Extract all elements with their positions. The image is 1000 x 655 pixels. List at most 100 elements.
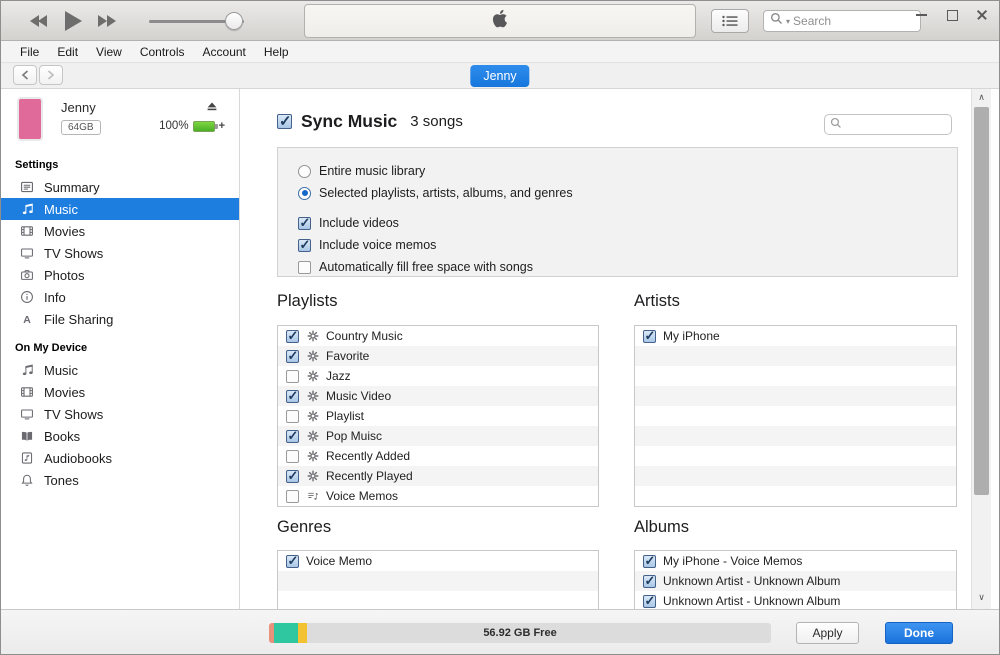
maximize-icon[interactable] <box>945 7 959 21</box>
row-checkbox[interactable] <box>286 370 299 383</box>
list-item-my-iphone[interactable]: My iPhone <box>635 326 956 346</box>
list-item-voice-memos[interactable]: Voice Memos <box>278 486 598 506</box>
checkbox-option-automatically-fill-free-space-with-songs[interactable]: Automatically fill free space with songs <box>298 256 957 278</box>
back-button[interactable] <box>13 65 37 85</box>
sidebar-item-tv-shows[interactable]: TV Shows <box>1 242 239 264</box>
row-checkbox[interactable] <box>643 575 656 588</box>
sidebar-item-movies[interactable]: Movies <box>1 381 239 403</box>
fast-forward-button[interactable] <box>97 14 117 28</box>
toolbar-search-input[interactable] <box>793 14 903 28</box>
main-content: Sync Music 3 songs Entire music library … <box>239 89 971 609</box>
sidebar-item-summary[interactable]: Summary <box>1 176 239 198</box>
apple-logo-icon <box>489 7 512 35</box>
gear-icon <box>306 390 319 403</box>
radio-icon[interactable] <box>298 165 311 178</box>
transport-controls <box>29 1 117 41</box>
albums-list: My iPhone - Voice Memos Unknown Artist -… <box>634 550 957 609</box>
sidebar-item-tones[interactable]: Tones <box>1 469 239 491</box>
device-thumbnail <box>17 97 43 141</box>
genres-list: Voice Memo <box>277 550 599 609</box>
row-checkbox[interactable] <box>286 450 299 463</box>
summary-icon <box>19 180 34 195</box>
volume-knob[interactable] <box>225 12 243 30</box>
checkbox-option-include-voice-memos[interactable]: Include voice memos <box>298 234 957 256</box>
checkbox-icon[interactable] <box>298 217 311 230</box>
content-search[interactable] <box>824 114 952 135</box>
sync-music-checkbox[interactable] <box>277 114 292 129</box>
sidebar-item-info[interactable]: Info <box>1 286 239 308</box>
checkbox-icon[interactable] <box>298 261 311 274</box>
sync-source-radios: Entire music library Selected playlists,… <box>298 160 957 204</box>
close-icon[interactable] <box>975 7 989 21</box>
row-checkbox[interactable] <box>643 330 656 343</box>
sidebar-item-file-sharing[interactable]: A File Sharing <box>1 308 239 330</box>
scrollbar-thumb[interactable] <box>974 107 989 495</box>
search-icon <box>830 116 842 134</box>
menu-item-help[interactable]: Help <box>255 41 298 63</box>
radio-icon[interactable] <box>298 187 311 200</box>
checkbox-icon[interactable] <box>298 239 311 252</box>
row-checkbox[interactable] <box>643 555 656 568</box>
forward-button[interactable] <box>39 65 63 85</box>
list-item-my-iphone-voice-memos[interactable]: My iPhone - Voice Memos <box>635 551 956 571</box>
radio-option-entire-music-library[interactable]: Entire music library <box>298 160 957 182</box>
menu-item-account[interactable]: Account <box>194 41 255 63</box>
sidebar-item-photos[interactable]: Photos <box>1 264 239 286</box>
play-button[interactable] <box>63 10 83 32</box>
apply-button[interactable]: Apply <box>796 622 859 644</box>
list-view-button[interactable] <box>711 9 749 33</box>
content-search-input[interactable] <box>846 118 942 132</box>
list-item-recently-played[interactable]: Recently Played <box>278 466 598 486</box>
checkbox-option-include-videos[interactable]: Include videos <box>298 212 957 234</box>
done-button[interactable]: Done <box>885 622 953 644</box>
sidebar-item-music[interactable]: Music <box>1 359 239 381</box>
minimize-icon[interactable] <box>915 7 929 21</box>
playlists-heading: Playlists <box>277 292 338 311</box>
sidebar-item-tv-shows[interactable]: TV Shows <box>1 403 239 425</box>
row-checkbox[interactable] <box>286 410 299 423</box>
row-checkbox[interactable] <box>286 390 299 403</box>
scroll-down-icon[interactable]: ∨ <box>972 592 991 603</box>
rewind-button[interactable] <box>29 14 49 28</box>
row-checkbox[interactable] <box>286 470 299 483</box>
row-checkbox[interactable] <box>643 595 656 608</box>
radio-option-selected-playlists-artists-albums-and-genres[interactable]: Selected playlists, artists, albums, and… <box>298 182 957 204</box>
sync-music-title: Sync Music <box>301 111 397 132</box>
device-tab-jenny[interactable]: Jenny <box>470 65 529 87</box>
list-item-jazz[interactable]: Jazz <box>278 366 598 386</box>
vertical-scrollbar[interactable]: ∧ ∨ <box>971 89 991 609</box>
sidebar-item-audiobooks[interactable]: Audiobooks <box>1 447 239 469</box>
list-item-country-music[interactable]: Country Music <box>278 326 598 346</box>
row-checkbox[interactable] <box>286 490 299 503</box>
sync-music-song-count: 3 songs <box>410 113 463 130</box>
menu-item-file[interactable]: File <box>11 41 48 63</box>
list-item-music-video[interactable]: Music Video <box>278 386 598 406</box>
menu-item-view[interactable]: View <box>87 41 131 63</box>
volume-slider[interactable] <box>149 1 249 41</box>
list-item-playlist[interactable]: Playlist <box>278 406 598 426</box>
row-checkbox[interactable] <box>286 555 299 568</box>
scroll-up-icon[interactable]: ∧ <box>972 92 991 103</box>
toolbar-search[interactable]: ▾ <box>763 10 921 32</box>
row-checkbox[interactable] <box>286 430 299 443</box>
row-checkbox[interactable] <box>286 330 299 343</box>
list-item-recently-added[interactable]: Recently Added <box>278 446 598 466</box>
tv-icon <box>19 407 34 422</box>
menu-item-controls[interactable]: Controls <box>131 41 194 63</box>
menu-item-edit[interactable]: Edit <box>48 41 87 63</box>
capacity-bar-segments <box>269 623 771 643</box>
sidebar-item-movies[interactable]: Movies <box>1 220 239 242</box>
sidebar-item-books[interactable]: Books <box>1 425 239 447</box>
list-item-pop-muisc[interactable]: Pop Muisc <box>278 426 598 446</box>
list-item-unknown-artist-unknown-album[interactable]: Unknown Artist - Unknown Album <box>635 591 956 609</box>
list-item-favorite[interactable]: Favorite <box>278 346 598 366</box>
row-checkbox[interactable] <box>286 350 299 363</box>
device-name: Jenny <box>61 100 96 115</box>
eject-button[interactable] <box>205 99 219 118</box>
sidebar-item-music[interactable]: Music <box>1 198 239 220</box>
search-scope-chevron-icon: ▾ <box>786 17 790 26</box>
list-item-voice-memo[interactable]: Voice Memo <box>278 551 598 571</box>
artists-heading: Artists <box>634 292 680 311</box>
device-capacity-badge: 64GB <box>61 120 101 135</box>
list-item-unknown-artist-unknown-album[interactable]: Unknown Artist - Unknown Album <box>635 571 956 591</box>
